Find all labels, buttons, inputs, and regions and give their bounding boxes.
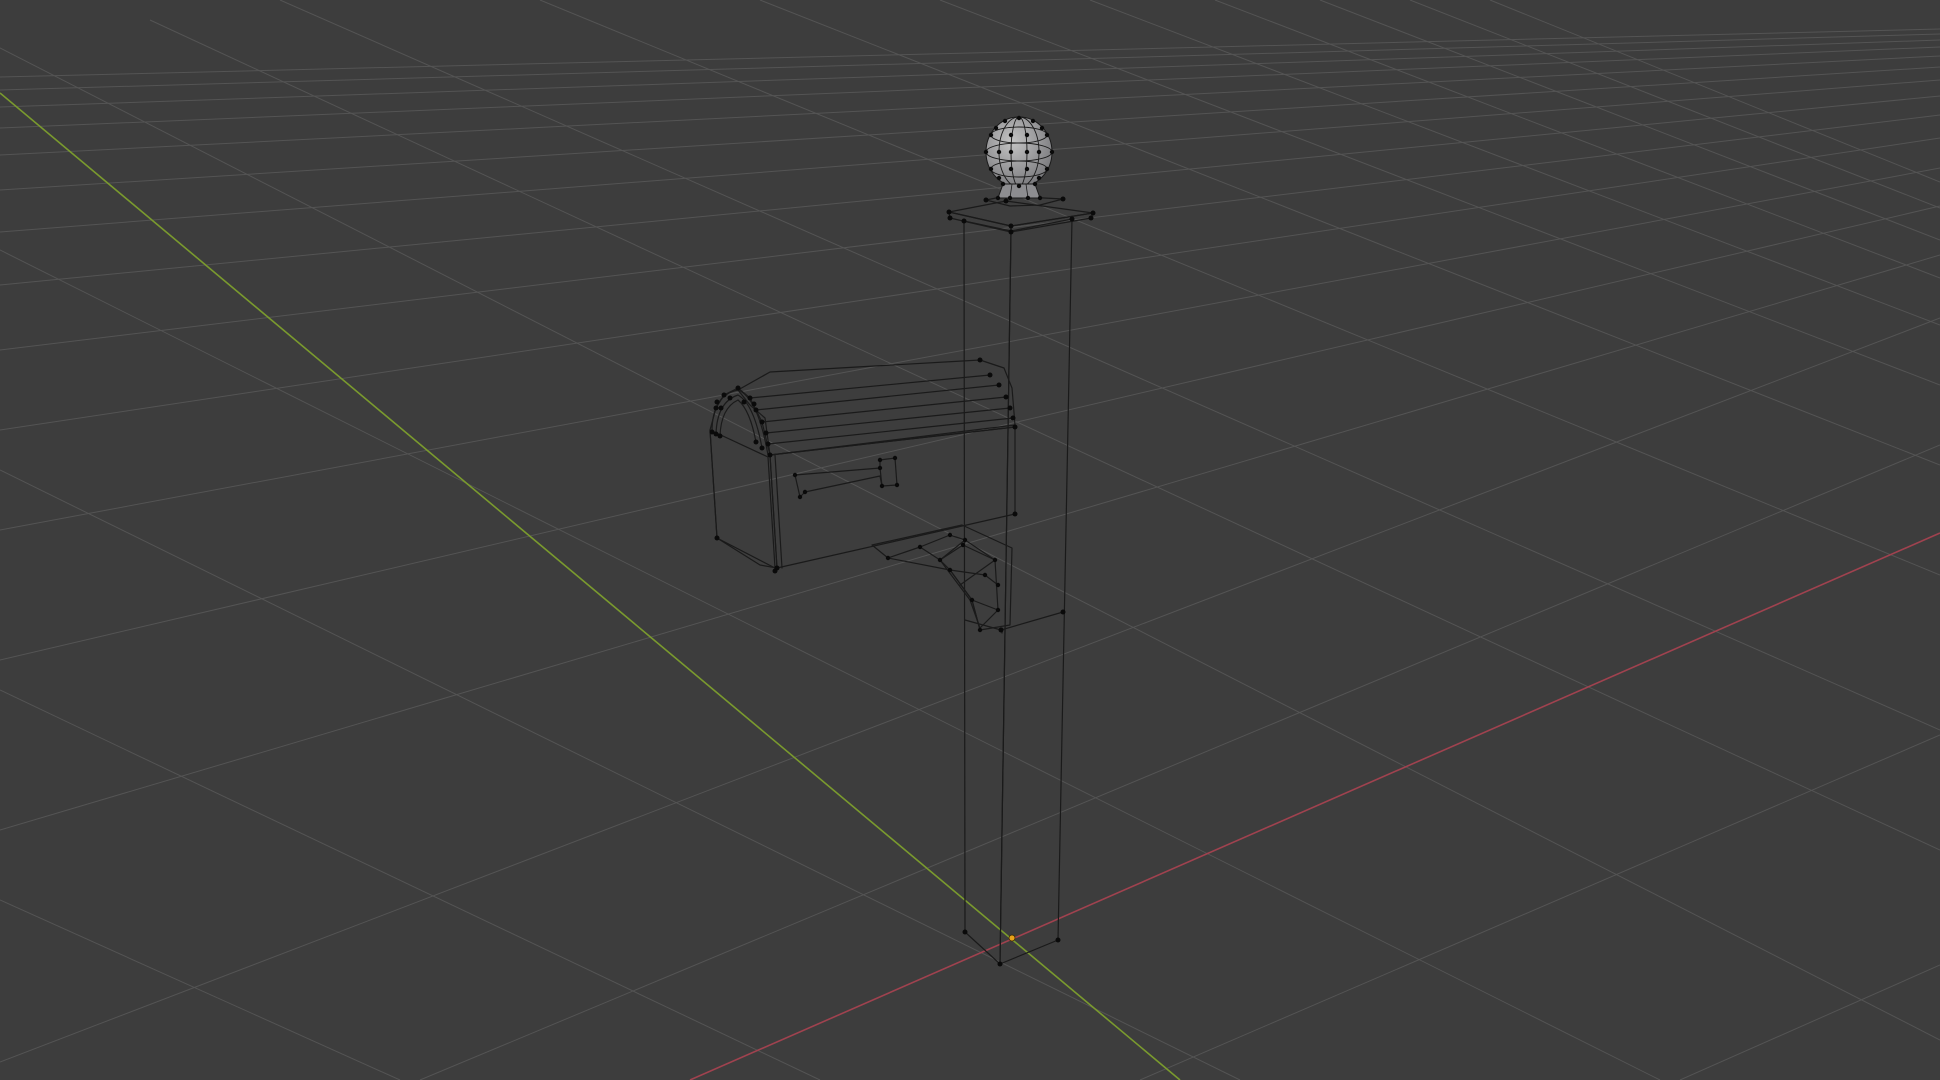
3d-viewport[interactable]: [0, 0, 1940, 1080]
y-axis-line: [0, 92, 1181, 1080]
mailbox-door-front: [709, 429, 776, 569]
floor-grid: [0, 0, 1940, 1080]
mailbox-side-face[interactable]: [769, 426, 1016, 569]
mailbox-door[interactable]: [709, 387, 778, 569]
mailbox-post-mesh[interactable]: [709, 116, 1094, 965]
object-origin-point[interactable]: [1008, 934, 1016, 942]
mailbox-flag[interactable]: [794, 457, 898, 498]
viewport-canvas[interactable]: [0, 0, 1940, 1080]
x-axis-line: [689, 532, 1940, 1080]
mesh-vertices[interactable]: [709, 115, 1096, 967]
post-front-face[interactable]: [963, 220, 1012, 965]
mailbox-bracket[interactable]: [871, 524, 1013, 631]
world-axes: [0, 92, 1940, 1080]
